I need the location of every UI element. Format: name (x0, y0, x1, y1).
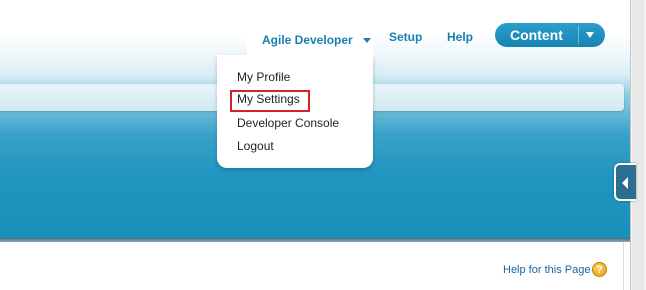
help-icon[interactable]: ? (592, 262, 607, 277)
chevron-down-icon (586, 32, 594, 38)
help-link[interactable]: Help (447, 30, 473, 46)
menu-item-developer-console[interactable]: Developer Console (237, 116, 339, 134)
page: Agile Developer Setup Help Content My Pr… (0, 0, 646, 290)
setup-link[interactable]: Setup (389, 30, 422, 46)
app-menu-button[interactable]: Content (495, 23, 605, 47)
scrollbar-track[interactable] (632, 0, 644, 290)
user-menu-button[interactable]: Agile Developer (247, 25, 373, 55)
menu-tab-connector (247, 52, 373, 58)
user-dropdown-menu: My Profile My Settings Developer Console… (217, 55, 373, 168)
chevron-left-icon (622, 177, 628, 189)
app-menu-divider (578, 26, 579, 44)
help-for-this-page-link[interactable]: Help for this Page (503, 264, 590, 278)
sidebar-toggle-button[interactable] (614, 163, 636, 201)
menu-item-my-settings[interactable]: My Settings (237, 92, 300, 110)
chevron-down-icon (362, 37, 371, 43)
menu-item-logout[interactable]: Logout (237, 139, 274, 157)
user-menu-label: Agile Developer (262, 33, 353, 47)
menu-item-my-profile[interactable]: My Profile (237, 70, 290, 88)
app-menu-label: Content (510, 27, 563, 43)
